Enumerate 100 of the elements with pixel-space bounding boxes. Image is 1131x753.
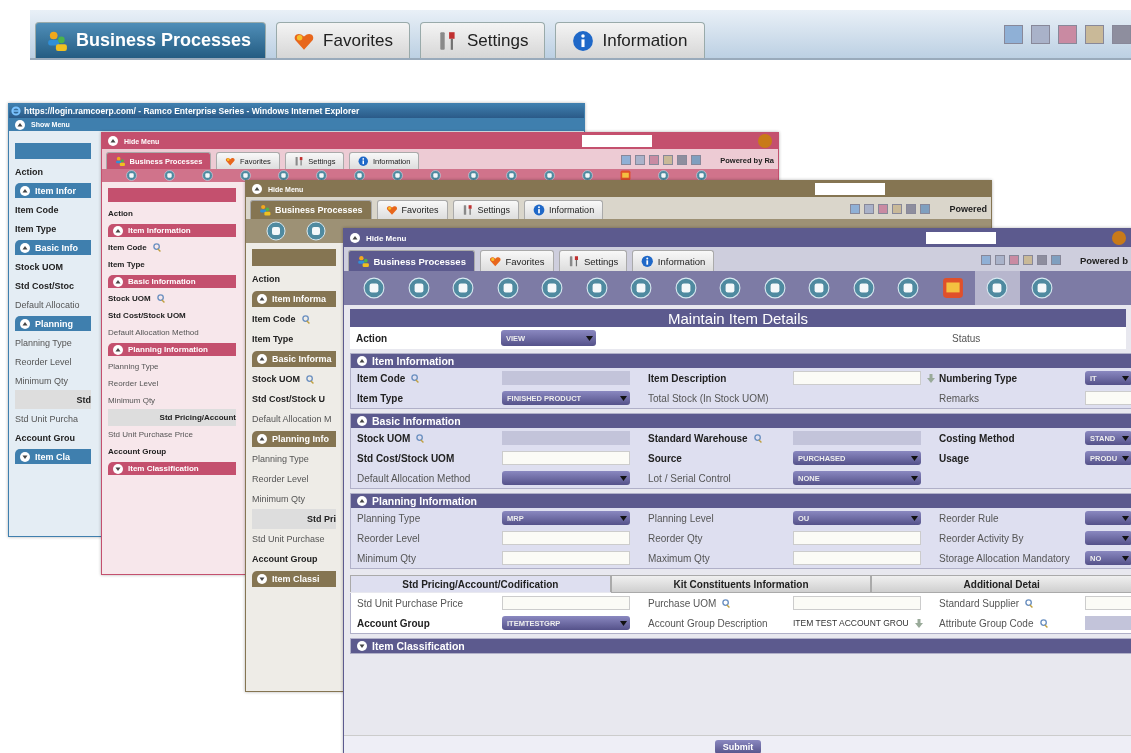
expand-icon[interactable]: [20, 451, 30, 462]
search-icon[interactable]: [306, 374, 315, 384]
theme-swatch[interactable]: [691, 155, 702, 165]
search-field[interactable]: [582, 135, 652, 147]
collapse-icon[interactable]: [113, 344, 123, 355]
section-header[interactable]: Item Classi: [252, 571, 336, 587]
expand-icon[interactable]: [257, 574, 267, 584]
collapse-icon[interactable]: [20, 242, 30, 253]
text-field[interactable]: [502, 451, 630, 465]
tab[interactable]: Information: [555, 22, 705, 58]
round-icon[interactable]: [1030, 277, 1053, 299]
section-header[interactable]: Item Informa: [252, 291, 336, 307]
small-arrow-icon[interactable]: [927, 373, 935, 383]
menu-toggle[interactable]: Hide Menu: [366, 233, 407, 243]
tab[interactable]: Favorites: [276, 22, 411, 58]
search-icon[interactable]: [156, 294, 166, 303]
theme-swatch[interactable]: [1031, 24, 1050, 44]
theme-swatch[interactable]: [1050, 255, 1061, 265]
tab[interactable]: Std Pricing/Account: [108, 409, 236, 426]
theme-swatch[interactable]: [892, 204, 903, 214]
tab[interactable]: Business Processes: [35, 22, 267, 58]
search-icon[interactable]: [411, 373, 421, 383]
tab[interactable]: Settings: [558, 250, 628, 271]
text-field[interactable]: [793, 371, 921, 385]
section-header[interactable]: Basic Information: [108, 275, 236, 288]
search-icon[interactable]: [1039, 618, 1049, 628]
theme-swatch[interactable]: [663, 155, 674, 165]
section-header[interactable]: Basic Info: [15, 240, 91, 255]
round-icon[interactable]: [363, 277, 386, 299]
collapse-icon[interactable]: [113, 225, 123, 236]
tab[interactable]: Kit Constituents Information: [610, 575, 872, 593]
theme-swatch[interactable]: [850, 204, 861, 214]
round-icon[interactable]: [719, 277, 742, 299]
tab[interactable]: Information: [632, 250, 715, 271]
theme-swatch[interactable]: [1036, 255, 1047, 265]
search-icon[interactable]: [416, 433, 426, 443]
round-icon[interactable]: [808, 277, 831, 299]
theme-swatch[interactable]: [994, 255, 1005, 265]
round-icon[interactable]: [763, 277, 786, 299]
theme-swatch[interactable]: [1022, 255, 1033, 265]
round-icon[interactable]: [674, 277, 697, 299]
search-field[interactable]: [815, 183, 885, 195]
round-icon[interactable]: [630, 277, 653, 299]
section-header[interactable]: Item Classification: [351, 639, 1131, 653]
section-header[interactable]: Basic Information: [351, 414, 1131, 428]
collapse-icon[interactable]: [108, 136, 118, 146]
theme-swatch[interactable]: [906, 204, 917, 214]
round-icon[interactable]: [585, 277, 608, 299]
collapse-icon[interactable]: [257, 434, 267, 444]
round-icon[interactable]: [407, 277, 430, 299]
section-header[interactable]: Planning Info: [252, 431, 336, 447]
dropdown[interactable]: [1085, 531, 1131, 545]
collapse-icon[interactable]: [257, 294, 267, 304]
expand-icon[interactable]: [113, 463, 123, 474]
section-header[interactable]: Item Cla: [15, 449, 91, 464]
text-field[interactable]: [793, 531, 921, 545]
collapse-icon[interactable]: [350, 233, 360, 243]
search-icon[interactable]: [1025, 598, 1035, 608]
tab[interactable]: Business Processes: [348, 250, 475, 271]
section-header[interactable]: Planning Information: [351, 494, 1131, 508]
section-header[interactable]: Planning Information: [108, 343, 236, 356]
tab[interactable]: Favorites: [479, 250, 554, 271]
text-field[interactable]: [793, 596, 921, 610]
tab[interactable]: Std Pricing/Account/Codification: [350, 575, 611, 592]
collapse-icon[interactable]: [252, 184, 262, 194]
round-icon[interactable]: [239, 170, 251, 181]
round-icon[interactable]: [201, 170, 213, 181]
search-field[interactable]: [926, 232, 996, 244]
search-icon[interactable]: [722, 598, 732, 608]
tab[interactable]: Information: [524, 200, 604, 219]
round-icon[interactable]: [125, 170, 137, 181]
toolbar-slot[interactable]: [975, 271, 1020, 305]
submit-button[interactable]: Submit: [714, 740, 762, 753]
section-header[interactable]: Item Information: [108, 224, 236, 237]
theme-swatch[interactable]: [677, 155, 688, 165]
search-icon[interactable]: [301, 314, 311, 324]
section-header[interactable]: Item Classification: [108, 462, 236, 475]
theme-swatch[interactable]: [649, 155, 660, 165]
tab[interactable]: Settings: [452, 200, 520, 219]
expand-icon[interactable]: [357, 641, 367, 651]
collapse-icon[interactable]: [20, 185, 30, 196]
collapse-icon[interactable]: [357, 416, 367, 426]
theme-swatch[interactable]: [1112, 24, 1131, 44]
collapse-icon[interactable]: [357, 496, 367, 506]
collapse-icon[interactable]: [20, 318, 30, 329]
picture-icon[interactable]: [941, 277, 964, 299]
section-header[interactable]: Basic Informa: [252, 351, 336, 367]
round-icon[interactable]: [897, 277, 920, 299]
tab[interactable]: Std Pri: [252, 509, 336, 529]
search-icon[interactable]: [753, 433, 763, 443]
collapse-icon[interactable]: [257, 354, 267, 364]
text-field[interactable]: [502, 551, 630, 565]
theme-swatch[interactable]: [1058, 24, 1077, 44]
theme-swatch[interactable]: [635, 155, 646, 165]
text-field[interactable]: [793, 551, 921, 565]
text-field[interactable]: [502, 531, 630, 545]
collapse-icon[interactable]: [357, 356, 367, 366]
search-icon[interactable]: [152, 243, 162, 252]
tab[interactable]: Settings: [420, 22, 546, 58]
round-icon[interactable]: [986, 277, 1009, 299]
